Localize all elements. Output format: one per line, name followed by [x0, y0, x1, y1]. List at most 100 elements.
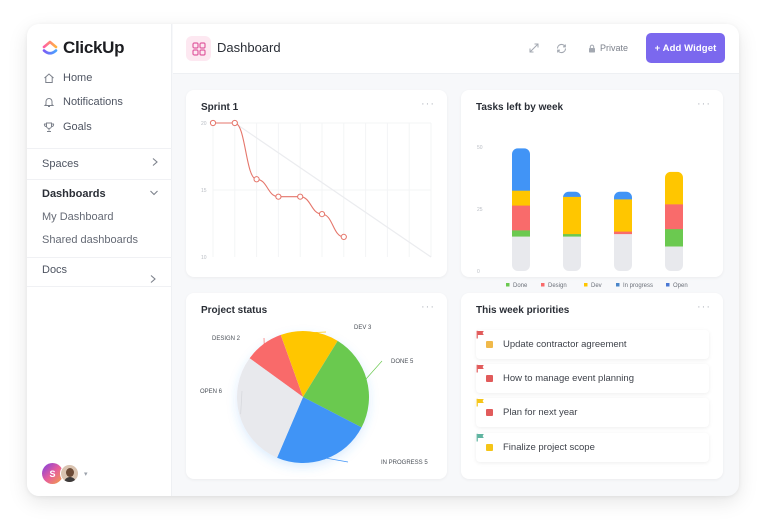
y-tick-label: 15: [201, 188, 207, 194]
data-point: [275, 193, 282, 200]
status-dot: [486, 341, 493, 348]
legend-label: Design: [548, 283, 567, 289]
priority-item[interactable]: Plan for next year: [476, 398, 709, 427]
clickup-logo-icon: [42, 40, 58, 55]
bar-segment-design: [665, 204, 683, 230]
bar-segment-design: [614, 231, 632, 235]
data-point: [318, 211, 326, 218]
legend-swatch: [584, 283, 588, 287]
add-widget-button[interactable]: + Add Widget: [646, 33, 725, 63]
bar-segment-open: [512, 148, 530, 191]
priority-label: Plan for next year: [503, 407, 578, 418]
legend-label: Open: [673, 283, 688, 289]
sidebar-item-notifications[interactable]: Notifications: [42, 95, 123, 108]
legend-label: Done: [513, 283, 528, 289]
priority-item[interactable]: Update contractor agreement: [476, 330, 709, 359]
home-icon: [42, 71, 55, 84]
more-options-icon[interactable]: ···: [421, 301, 435, 313]
bar-segment-done: [512, 230, 530, 237]
sidebar-item-shared-dashboards[interactable]: Shared dashboards: [42, 234, 138, 246]
y-tick-label: 10: [201, 255, 207, 261]
slice-label: DESIGN 2: [212, 336, 241, 342]
bar-segment-dev: [563, 196, 581, 235]
bar-segment-dev: [665, 171, 683, 205]
bar-segment-done: [665, 228, 683, 247]
priority-label: How to manage event planning: [503, 373, 634, 384]
more-options-icon[interactable]: ···: [421, 98, 435, 110]
slice-label: DONE 5: [391, 359, 414, 365]
sidebar-item-goals[interactable]: Goals: [42, 120, 92, 133]
sidebar-spaces[interactable]: Spaces: [42, 157, 159, 170]
dashboards-label: Dashboards: [42, 188, 106, 200]
sidebar-dashboards[interactable]: Dashboards: [42, 188, 159, 200]
sidebar-divider: [27, 179, 172, 180]
y-tick-label: 20: [201, 121, 207, 127]
refresh-icon[interactable]: [552, 38, 572, 58]
more-options-icon[interactable]: ···: [697, 301, 711, 313]
pie-slices: [237, 331, 369, 463]
flag-icon[interactable]: [476, 398, 695, 418]
slice-label: IN PROGRESS 5: [381, 460, 428, 466]
avatar-photo: [60, 464, 79, 483]
legend-label: Dev: [591, 283, 602, 289]
data-point: [297, 193, 304, 200]
clickup-logo[interactable]: ClickUp: [42, 38, 125, 58]
leader-line: [365, 360, 383, 381]
user-menu[interactable]: S ▾: [42, 463, 88, 484]
priority-item[interactable]: How to manage event planning: [476, 364, 709, 393]
dashboard-icon: [186, 36, 211, 61]
priority-item[interactable]: Finalize project scope: [476, 433, 709, 462]
privacy-toggle[interactable]: Private: [588, 43, 628, 53]
y-tick-label: 0: [477, 269, 480, 275]
app-window: ClickUp Home Notifications Goals Spaces: [27, 24, 739, 496]
bar-segment-base: [665, 246, 683, 271]
legend-swatch: [541, 283, 545, 287]
bar-segment-open: [563, 191, 581, 197]
sidebar-divider: [27, 286, 172, 287]
widget-title: Tasks left by week: [476, 102, 564, 113]
bar-stack: [614, 191, 632, 271]
chevron-down-icon: [149, 188, 159, 200]
bar-segment-open: [614, 191, 632, 200]
data-point: [231, 119, 238, 127]
project-status-pie-chart: DESIGN 2 DEV 3 DONE 5 IN PROGRESS 5 OPEN 6: [200, 325, 428, 466]
bell-icon: [42, 95, 55, 108]
expand-icon[interactable]: [524, 38, 544, 58]
bar-segment-base: [512, 236, 530, 272]
data-point: [209, 119, 217, 127]
sidebar-item-home[interactable]: Home: [42, 71, 92, 84]
legend-swatch: [616, 283, 620, 287]
bar-segment-design: [512, 205, 530, 231]
flag-icon[interactable]: [476, 433, 695, 453]
legend-label: In progress: [623, 283, 653, 289]
lock-icon: [588, 44, 595, 52]
sidebar-item-my-dashboard[interactable]: My Dashboard: [42, 211, 114, 223]
project-status-widget: DESIGN 2 DEV 3 DONE 5 IN PROGRESS 5 OPEN 6 P…: [186, 293, 447, 479]
sprint-widget: 20 15 10 Sprint 1 ···: [186, 90, 447, 277]
bar-segment-done: [563, 233, 581, 237]
priorities-widget: This week priorities ··· Update contract…: [461, 293, 723, 479]
more-options-icon[interactable]: ···: [697, 98, 711, 110]
legend-swatch: [506, 283, 510, 287]
sidebar: ClickUp Home Notifications Goals Spaces: [27, 24, 172, 496]
brand-name: ClickUp: [63, 38, 125, 57]
legend-swatch: [666, 283, 670, 287]
bar-segment-dev: [512, 190, 530, 206]
private-label: Private: [599, 43, 628, 53]
priority-label: Update contractor agreement: [503, 339, 627, 350]
sidebar-docs[interactable]: Docs: [42, 264, 159, 276]
bar-stack: [563, 191, 581, 271]
data-point: [253, 176, 260, 183]
sidebar-item-label: Goals: [63, 120, 92, 133]
sidebar-item-label: Notifications: [63, 95, 123, 108]
sprint-burndown-chart: 20 15 10: [201, 119, 432, 261]
priority-label: Finalize project scope: [503, 442, 595, 453]
flag-icon[interactable]: [476, 330, 695, 350]
flag-icon[interactable]: [476, 364, 695, 384]
docs-label: Docs: [42, 264, 68, 276]
sidebar-divider: [27, 148, 172, 149]
spaces-label: Spaces: [42, 157, 79, 170]
widget-title: Project status: [201, 305, 268, 316]
header: Dashboard Private + Add Widget: [173, 24, 739, 74]
page-title: Dashboard: [217, 40, 281, 55]
